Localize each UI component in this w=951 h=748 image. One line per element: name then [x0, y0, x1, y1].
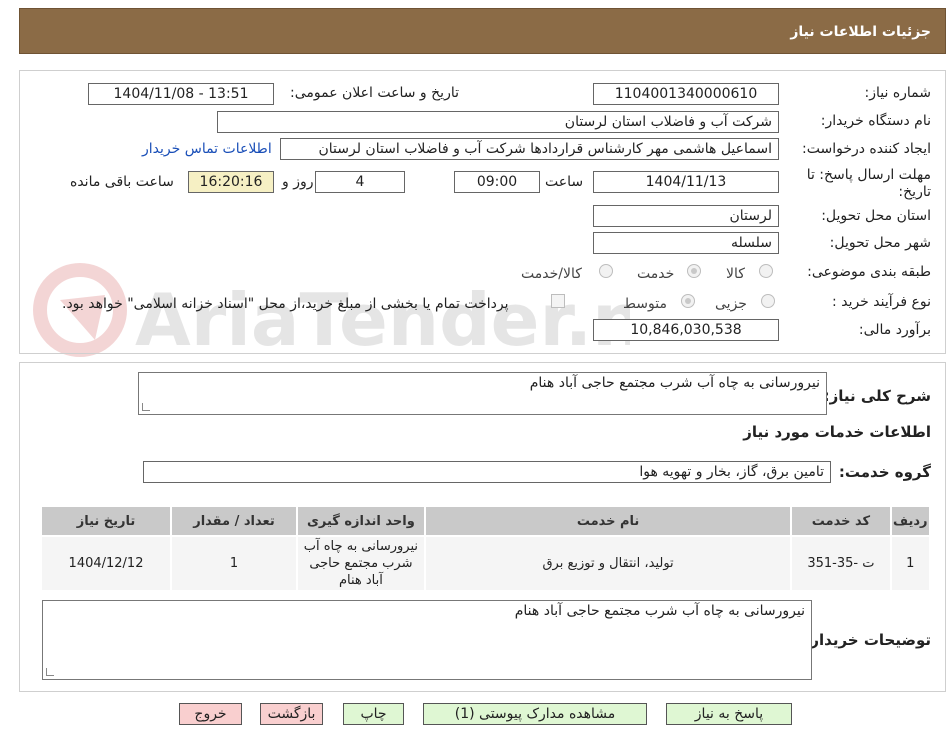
page-title: جزئیات اطلاعات نیاز — [790, 24, 931, 40]
resize-handle-icon[interactable] — [46, 668, 54, 676]
print-button[interactable]: چاپ — [343, 703, 404, 725]
cell-need-date: 1404/12/12 — [39, 535, 173, 592]
cell-service-code: ت -35-351 — [790, 535, 892, 592]
col-service-code: کد خدمت — [790, 505, 892, 537]
category-service-radio[interactable] — [687, 264, 701, 278]
deadline-time-field: 09:00 — [454, 171, 540, 193]
category-both-label: کالا/خدمت — [521, 266, 582, 282]
remaining-time-field: 16:20:16 — [188, 171, 274, 193]
days-field: 4 — [315, 171, 405, 193]
col-row-number: ردیف — [889, 505, 932, 537]
col-need-date: تاریخ نیاز — [39, 505, 173, 537]
buyer-org-field: شرکت آب و فاضلاب استان لرستان — [217, 111, 779, 133]
province-field: لرستان — [593, 205, 779, 227]
process-minor-label: جزیی — [715, 296, 747, 312]
category-both-radio[interactable] — [599, 264, 613, 278]
city-label: شهر محل تحویل: — [829, 235, 931, 251]
category-service-label: خدمت — [637, 266, 675, 282]
budget-field: 10,846,030,538 — [593, 319, 779, 341]
deadline-label-date: تاریخ: — [898, 184, 931, 200]
col-quantity: تعداد / مقدار — [170, 505, 298, 537]
hour-label: ساعت — [545, 174, 584, 190]
summary-textarea[interactable]: نیرورسانی به چاه آب شرب مجتمع حاجی آباد … — [138, 372, 827, 415]
services-table: ردیف کد خدمت نام خدمت واحد اندازه گیری ت… — [39, 505, 932, 592]
announce-field: 1404/11/08 - 13:51 — [88, 83, 274, 105]
treasury-checkbox[interactable] — [551, 294, 565, 308]
buyer-notes-text: نیرورسانی به چاه آب شرب مجتمع حاجی آباد … — [514, 603, 805, 619]
col-service-name: نام خدمت — [423, 505, 793, 537]
buyer-org-label: نام دستگاه خریدار: — [820, 113, 931, 129]
treasury-note: پرداخت تمام یا بخشی از مبلغ خرید،از محل … — [62, 296, 509, 312]
requester-field: اسماعیل هاشمی مهر کارشناس قراردادها شرکت… — [280, 138, 779, 160]
buyer-contact-link[interactable]: اطلاعات تماس خریدار — [142, 141, 272, 157]
days-label: روز و — [282, 174, 314, 190]
city-field: سلسله — [593, 232, 779, 254]
remaining-label: ساعت باقی مانده — [70, 174, 174, 190]
need-details-panel: شرح کلی نیاز: نیرورسانی به چاه آب شرب مج… — [19, 362, 946, 692]
buyer-notes-label: توضیحات خریدار: — [804, 631, 931, 649]
deadline-label: مهلت ارسال پاسخ: تا — [806, 167, 931, 183]
process-medium-label: متوسط — [623, 296, 667, 312]
province-label: استان محل تحویل: — [821, 208, 931, 224]
cell-row-number: 1 — [889, 535, 932, 592]
resize-handle-icon[interactable] — [142, 403, 150, 411]
cell-quantity: 1 — [170, 535, 298, 592]
need-info-panel: شماره نیاز: 1104001340000610 تاریخ و ساع… — [19, 70, 946, 354]
page-header: جزئیات اطلاعات نیاز — [19, 8, 946, 54]
process-medium-radio[interactable] — [681, 294, 695, 308]
table-header-row: ردیف کد خدمت نام خدمت واحد اندازه گیری ت… — [39, 505, 932, 537]
category-label: طبقه بندی موضوعی: — [807, 264, 931, 280]
requester-label: ایجاد کننده درخواست: — [802, 141, 931, 157]
process-minor-radio[interactable] — [761, 294, 775, 308]
col-unit: واحد اندازه گیری — [295, 505, 426, 537]
attachments-button[interactable]: مشاهده مدارک پیوستی (1) — [423, 703, 647, 725]
cell-service-name: تولید، انتقال و توزیع برق — [423, 535, 793, 592]
process-label: نوع فرآیند خرید : — [832, 294, 931, 310]
announce-label: تاریخ و ساعت اعلان عمومی: — [290, 85, 459, 101]
category-goods-label: کالا — [726, 266, 745, 282]
summary-label: شرح کلی نیاز: — [823, 387, 931, 405]
reply-button[interactable]: پاسخ به نیاز — [666, 703, 792, 725]
services-title: اطلاعات خدمات مورد نیاز — [743, 423, 931, 441]
budget-label: برآورد مالی: — [858, 322, 931, 338]
buyer-notes-textarea[interactable]: نیرورسانی به چاه آب شرب مجتمع حاجی آباد … — [42, 600, 812, 680]
need-number-label: شماره نیاز: — [864, 85, 932, 101]
back-button[interactable]: بازگشت — [260, 703, 323, 725]
category-goods-radio[interactable] — [759, 264, 773, 278]
need-number-field: 1104001340000610 — [593, 83, 779, 105]
service-group-label: گروه خدمت: — [838, 463, 931, 481]
deadline-date-field: 1404/11/13 — [593, 171, 779, 193]
cell-unit: نیرورسانی به چاه آب شرب مجتمع حاجی آباد … — [295, 535, 426, 592]
table-row: 1 ت -35-351 تولید، انتقال و توزیع برق نی… — [39, 535, 932, 592]
service-group-field: تامین برق، گاز، بخار و تهویه هوا — [143, 461, 831, 483]
summary-text: نیرورسانی به چاه آب شرب مجتمع حاجی آباد … — [529, 375, 820, 391]
exit-button[interactable]: خروج — [179, 703, 242, 725]
